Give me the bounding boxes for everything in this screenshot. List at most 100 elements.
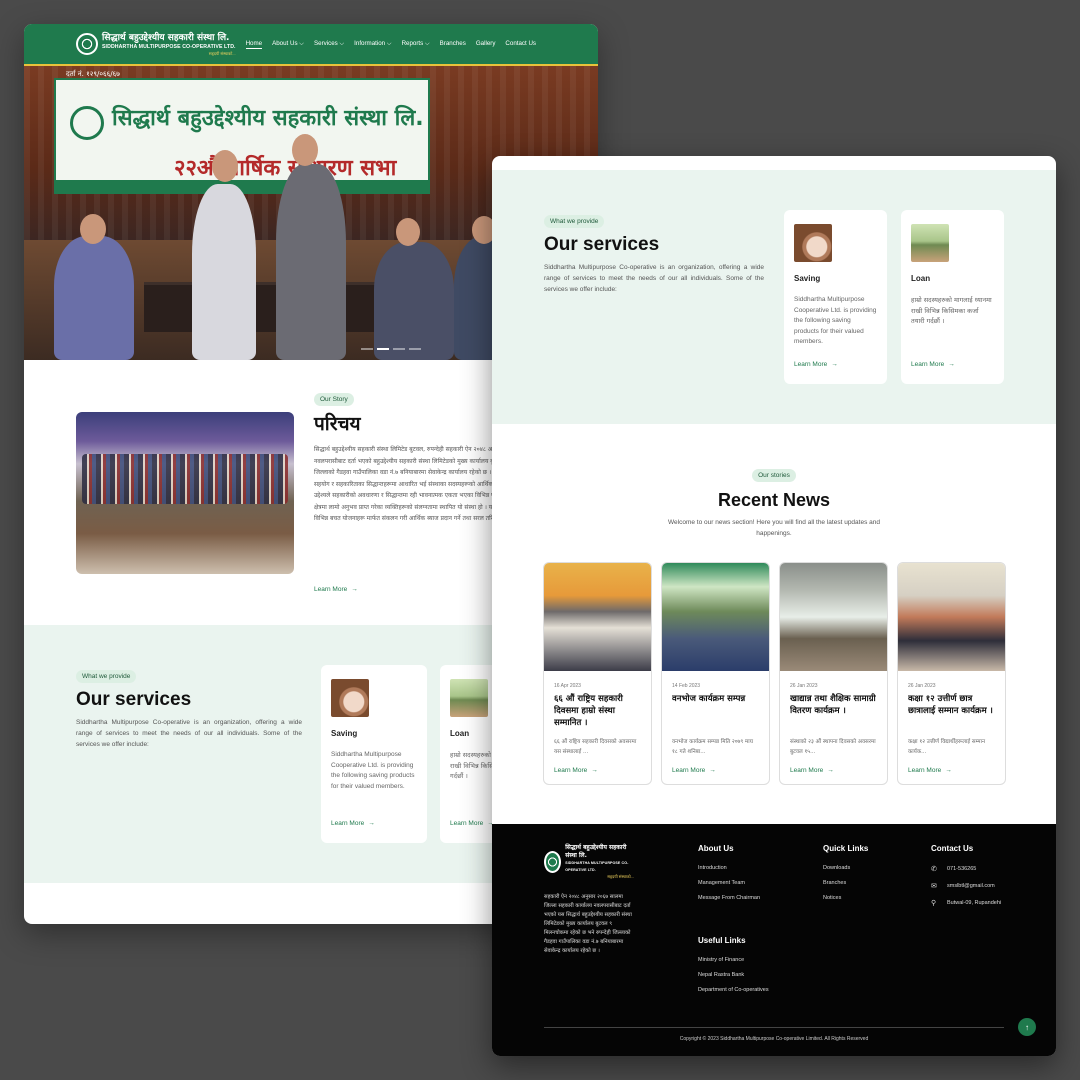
service-card-text: हाम्रो सदस्यहरुको मागलाई ध्यानमा राखी वि… <box>911 296 992 325</box>
hero-banner-subtitle: २२औं वार्षिक साधारण सभा <box>174 156 397 181</box>
footer-about-text: सहकारी ऐन २०४८ अनुसार २०६७ सालमा जिल्ला … <box>544 894 632 954</box>
news-photo <box>898 563 1005 671</box>
scroll-to-top-button[interactable]: ↑ <box>1018 1018 1036 1036</box>
nav-contact-us[interactable]: Contact Us <box>505 40 536 49</box>
footer-link[interactable]: Branches <box>823 880 868 886</box>
news-card[interactable]: 26 Jan 2023 खाद्यान्न तथा शैक्षिक सामाग्… <box>779 562 888 785</box>
news-learn-more-link[interactable]: Learn More → <box>672 767 716 774</box>
services-badge: What we provide <box>544 215 605 228</box>
nav-services[interactable]: Services ⌵ <box>314 40 344 49</box>
news-card[interactable]: 14 Feb 2023 वनभोज कार्यक्रम सम्पन्न वनभो… <box>661 562 770 785</box>
arrow-up-icon: ↑ <box>1025 1022 1029 1032</box>
service-card-text: Siddhartha Multipurpose Cooperative Ltd.… <box>794 296 877 345</box>
footer-heading: Quick Links <box>823 844 869 853</box>
hero-banner-title: सिद्धार्थ बहुउद्देश्यीय सहकारी संस्था लि… <box>112 106 424 131</box>
nav-about-us[interactable]: About Us ⌵ <box>272 40 304 49</box>
services-section-right: What we provide Our services Siddhartha … <box>492 170 1056 424</box>
service-card-loan[interactable]: Loan हाम्रो सदस्यहरुको मागलाई ध्यानमा रा… <box>901 210 1004 384</box>
footer-link[interactable]: Downloads <box>823 865 868 871</box>
service-card-saving[interactable]: Saving Siddhartha Multipurpose Cooperati… <box>784 210 887 384</box>
news-badge: Our stories <box>752 469 796 482</box>
news-photo <box>662 563 769 671</box>
brand-tagline: सहृदयी संस्थाको... <box>607 874 634 879</box>
brand-name-np: सिद्धार्थ बहुउद्देश्यीय सहकारी संस्था लि… <box>565 844 627 859</box>
service-card-text: Siddhartha Multipurpose Cooperative Ltd.… <box>331 751 415 790</box>
site-logo[interactable]: सिद्धार्थ बहुउद्देश्यीय सहकारी संस्था लि… <box>76 33 236 56</box>
service-card-saving[interactable]: Saving Siddhartha Multipurpose Cooperati… <box>321 665 427 843</box>
news-learn-more-link[interactable]: Learn More → <box>908 767 952 774</box>
recent-news-section: Our stories Recent News Welcome to our n… <box>492 424 1056 824</box>
footer-email[interactable]: ✉ smslbtl@gmail.com <box>931 882 1001 890</box>
chevron-down-icon: ⌵ <box>339 39 345 47</box>
chevron-down-icon: ⌵ <box>424 39 430 47</box>
news-card[interactable]: 16 Apr 2023 ६६ औं राष्ट्रिय सहकारी दिवसम… <box>543 562 652 785</box>
phone-icon: ✆ <box>931 866 937 873</box>
footer-link[interactable]: Management Team <box>698 880 760 886</box>
services-title: Our services <box>76 689 192 710</box>
service-learn-more-link[interactable]: Learn More → <box>911 361 955 368</box>
news-card[interactable]: 26 Jan 2023 कक्षा १२ उत्तीर्ण छात्र छात्… <box>897 562 1006 785</box>
footer-address: ⚲ Butwal-09, Rupandehi <box>931 900 1002 907</box>
nav-gallery[interactable]: Gallery <box>476 40 496 49</box>
piggy-bank-icon <box>794 224 832 262</box>
story-learn-more-link[interactable]: Learn More → <box>314 586 358 593</box>
news-card-title: वनभोज कार्यक्रम सम्पन्न <box>672 694 746 704</box>
loan-icon <box>911 224 949 262</box>
news-date: 16 Apr 2023 <box>554 683 581 689</box>
mail-icon: ✉ <box>931 883 937 890</box>
story-group-photo <box>76 412 294 574</box>
footer-copyright: Copyright © 2023 Siddhartha Multipurpose… <box>679 1036 869 1042</box>
nav-reports[interactable]: Reports ⌵ <box>402 40 430 49</box>
arrow-right-icon: → <box>709 767 716 774</box>
footer-heading: Useful Links <box>698 936 746 945</box>
service-card-title: Saving <box>794 274 821 283</box>
footer-phone[interactable]: ✆ 071-536265 <box>931 865 1001 873</box>
stage-table <box>144 282 404 332</box>
news-learn-more-link[interactable]: Learn More → <box>790 767 834 774</box>
arrow-right-icon: → <box>827 767 834 774</box>
banner-seal-icon <box>70 106 104 140</box>
hero-event-banner: दर्ता नं. १२९/०६६/६७ सिद्धार्थ बहुउद्देश… <box>54 70 430 194</box>
news-photo <box>780 563 887 671</box>
services-title: Our services <box>544 234 660 255</box>
news-date: 26 Jan 2023 <box>908 683 936 689</box>
footer-logo[interactable]: सिद्धार्थ बहुउद्देश्यीय सहकारी संस्था लि… <box>544 844 634 879</box>
nav-information[interactable]: Information ⌵ <box>354 40 391 49</box>
footer-link[interactable]: Message From Chairman <box>698 895 760 901</box>
chevron-down-icon: ⌵ <box>299 39 304 47</box>
piggy-bank-icon <box>331 679 369 717</box>
news-excerpt: ६६ औं राष्ट्रिय सहकारी दिवसको अवसरमा यस … <box>554 739 637 755</box>
footer-divider <box>544 1027 1004 1028</box>
footer-quick-links: Quick Links Downloads Branches Notices <box>823 844 868 910</box>
arrow-right-icon: → <box>831 361 838 368</box>
service-learn-more-link[interactable]: Learn More → <box>331 820 375 827</box>
footer-link[interactable]: Department of Co-operatives <box>698 987 769 993</box>
service-learn-more-link[interactable]: Learn More → <box>794 361 838 368</box>
site-footer: सिद्धार्थ बहुउद्देश्यीय सहकारी संस्था लि… <box>492 824 1056 1056</box>
nav-home[interactable]: Home <box>245 40 263 49</box>
footer-link[interactable]: Introduction <box>698 865 760 871</box>
arrow-right-icon: → <box>351 586 358 593</box>
arrow-right-icon: → <box>368 820 375 827</box>
location-pin-icon: ⚲ <box>931 900 937 907</box>
footer-heading: Contact Us <box>931 844 974 853</box>
nav-branches[interactable]: Branches <box>440 40 466 49</box>
arrow-right-icon: → <box>945 767 952 774</box>
news-excerpt: वनभोज कार्यक्रम सम्पन्न मिति २०७९ माघ १८… <box>672 739 753 755</box>
service-learn-more-link[interactable]: Learn More → <box>450 820 494 827</box>
footer-link[interactable]: Notices <box>823 895 868 901</box>
footer-heading: About Us <box>698 844 734 853</box>
footer-link[interactable]: Nepal Rastra Bank <box>698 972 769 978</box>
news-card-title: कक्षा १२ उत्तीर्ण छात्र छात्रालाई सम्मान… <box>908 694 993 716</box>
main-menu: Home About Us ⌵ Services ⌵ Information ⌵… <box>245 40 536 49</box>
footer-useful-links: Useful Links Ministry of Finance Nepal R… <box>698 936 769 1002</box>
news-photo <box>544 563 651 671</box>
logo-seal-icon <box>76 33 98 55</box>
brand-name-np: सिद्धार्थ बहुउद्देश्यीय सहकारी संस्था लि… <box>102 32 230 43</box>
footer-link[interactable]: Ministry of Finance <box>698 957 769 963</box>
news-excerpt: संस्थाको २३ औं स्थापना दिवसको अवसरमा बुट… <box>790 739 876 755</box>
news-learn-more-link[interactable]: Learn More → <box>554 767 598 774</box>
footer-contact: Contact Us ✆ 071-536265 ✉ smslbtl@gmail.co… <box>931 844 1001 916</box>
news-date: 26 Jan 2023 <box>790 683 818 689</box>
hero-reg-number: दर्ता नं. १२९/०६६/६७ <box>66 70 120 78</box>
